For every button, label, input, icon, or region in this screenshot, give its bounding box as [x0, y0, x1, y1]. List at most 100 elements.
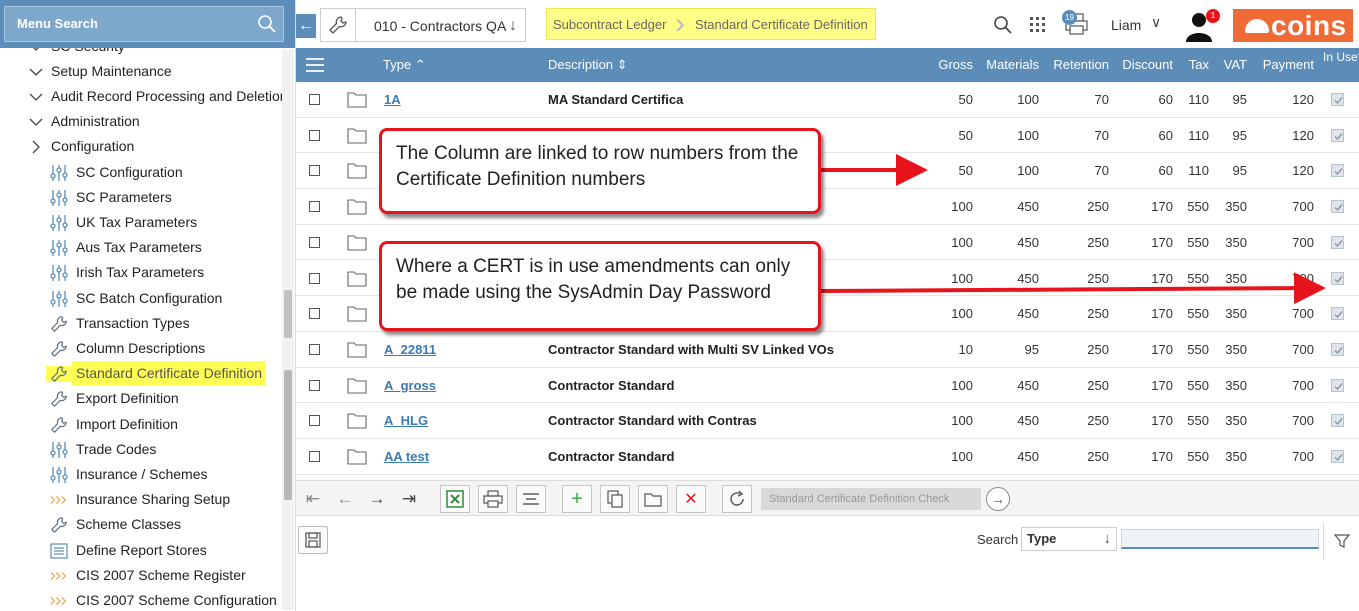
materials-cell: 450: [1017, 234, 1039, 250]
folder-icon[interactable]: [347, 198, 367, 218]
column-header-materials[interactable]: Materials: [982, 48, 1039, 82]
sidebar-item-sc-configuration[interactable]: SC Configuration: [0, 160, 290, 185]
folder-icon[interactable]: [347, 162, 367, 182]
folder-icon[interactable]: [347, 234, 367, 254]
back-arrow-icon[interactable]: ←: [296, 14, 316, 38]
wrench-tab-icon[interactable]: [320, 8, 356, 42]
column-header-in-use[interactable]: In Use?: [1323, 51, 1359, 85]
first-record-icon[interactable]: ⇤: [298, 485, 328, 513]
folder-icon[interactable]: [347, 341, 367, 361]
search-by-select[interactable]: Type ↓: [1021, 527, 1117, 551]
sliders-icon: [50, 240, 68, 257]
folder-icon[interactable]: [347, 270, 367, 290]
folder-icon[interactable]: [347, 91, 367, 111]
sidebar-item-sc-parameters[interactable]: SC Parameters: [0, 185, 290, 210]
type-link[interactable]: 1A: [384, 92, 401, 107]
table-row[interactable]: A_gross Contractor Standard 100 450 250 170 55…: [296, 368, 1359, 404]
table-row[interactable]: AA test Contractor Standard 100 450 250 170 55…: [296, 439, 1359, 475]
column-header-vat[interactable]: VAT: [1216, 48, 1247, 82]
row-select-checkbox[interactable]: [309, 451, 320, 462]
column-header-discount[interactable]: Discount: [1116, 48, 1173, 82]
in-use-checkbox: [1331, 93, 1344, 106]
folder-icon[interactable]: [638, 485, 668, 513]
breadcrumb-standard-certificate-definition[interactable]: Standard Certificate Definition: [695, 9, 868, 41]
row-select-checkbox[interactable]: [309, 129, 320, 141]
column-header-payment[interactable]: Payment: [1256, 48, 1314, 82]
type-link[interactable]: A_HLG: [384, 413, 428, 428]
print-icon[interactable]: [478, 485, 508, 513]
sidebar-item-irish-tax-parameters[interactable]: Irish Tax Parameters: [0, 260, 290, 285]
row-select-checkbox[interactable]: [309, 94, 320, 105]
sidebar-item-cis-2007-scheme-configuration[interactable]: CIS 2007 Scheme Configuration: [0, 588, 290, 611]
sidebar-item-standard-certificate-definition[interactable]: Standard Certificate Definition: [0, 361, 290, 387]
sidebar-item-define-report-stores[interactable]: Define Report Stores: [0, 538, 290, 563]
folder-icon[interactable]: [347, 305, 367, 325]
next-record-icon[interactable]: →: [362, 485, 392, 513]
column-header-gross[interactable]: Gross: [927, 48, 973, 82]
row-select-checkbox[interactable]: [309, 165, 320, 177]
delete-icon[interactable]: ✕: [676, 485, 706, 513]
sidebar-item-scheme-classes[interactable]: Scheme Classes: [0, 512, 290, 537]
refresh-icon[interactable]: [722, 485, 752, 513]
row-select-checkbox[interactable]: [309, 201, 320, 213]
table-row[interactable]: A_HLG Contractor Standard with Contras 100…: [296, 403, 1359, 439]
sidebar-item-cis-2007-scheme-register[interactable]: CIS 2007 Scheme Register: [0, 563, 290, 588]
sidebar-item-administration[interactable]: Administration: [0, 109, 290, 134]
copy-icon[interactable]: [600, 485, 630, 513]
sidebar-item-trade-codes[interactable]: Trade Codes: [0, 437, 290, 462]
row-select-checkbox[interactable]: [309, 308, 320, 320]
sidebar-item-insurance-sharing-setup[interactable]: Insurance Sharing Setup: [0, 487, 290, 512]
chevron-down-icon[interactable]: ∨: [1151, 14, 1161, 31]
columns-settings-icon[interactable]: [516, 485, 546, 513]
folder-icon[interactable]: [347, 412, 367, 432]
type-link[interactable]: A_22811: [384, 342, 436, 357]
sidebar-item-insurance-schemes[interactable]: Insurance / Schemes: [0, 462, 290, 487]
sidebar-item-transaction-types[interactable]: Transaction Types: [0, 311, 290, 336]
sidebar-item-import-definition[interactable]: Import Definition: [0, 412, 290, 437]
filter-icon[interactable]: [1323, 522, 1359, 560]
row-select-checkbox[interactable]: [309, 343, 320, 355]
folder-icon[interactable]: [347, 127, 367, 147]
row-select-checkbox[interactable]: [309, 415, 320, 427]
table-row[interactable]: 1A MA Standard Certifica 50 100 70 60 110 95 120: [296, 82, 1359, 118]
excel-export-icon[interactable]: [440, 485, 470, 513]
search-icon[interactable]: [993, 15, 1013, 38]
sidebar-item-configuration[interactable]: Configuration: [0, 134, 290, 159]
column-header-type[interactable]: Type ⌃: [383, 48, 426, 82]
type-link[interactable]: AA test: [384, 449, 429, 464]
add-icon[interactable]: +: [562, 485, 592, 513]
certificate-check-field[interactable]: Standard Certificate Definition Check: [761, 488, 981, 510]
row-select-checkbox[interactable]: [309, 379, 320, 391]
sidebar-scrollbar-thumb[interactable]: [284, 290, 292, 338]
last-record-icon[interactable]: ⇥: [394, 485, 424, 513]
sidebar-item-aus-tax-parameters[interactable]: Aus Tax Parameters: [0, 235, 290, 260]
menu-icon[interactable]: [306, 58, 324, 72]
discount-cell: 170: [1151, 199, 1173, 215]
sidebar-scrollbar-thumb-lower[interactable]: [284, 370, 292, 500]
sidebar-item-export-definition[interactable]: Export Definition: [0, 386, 290, 411]
save-icon[interactable]: [298, 526, 328, 554]
row-select-checkbox[interactable]: [309, 236, 320, 248]
table-row[interactable]: A_22811 Contractor Standard with Multi SV…: [296, 332, 1359, 368]
row-select-checkbox[interactable]: [309, 272, 320, 284]
folder-icon[interactable]: [347, 377, 367, 397]
apps-grid-icon[interactable]: [1030, 17, 1046, 36]
column-header-description[interactable]: Description ⇕: [548, 48, 628, 82]
column-header-tax[interactable]: Tax: [1180, 48, 1209, 82]
go-arrow-icon[interactable]: →: [986, 487, 1010, 511]
search-input[interactable]: [1121, 529, 1319, 549]
type-link[interactable]: A_gross: [384, 378, 436, 393]
user-name[interactable]: Liam: [1111, 17, 1141, 33]
sidebar-item-column-descriptions[interactable]: Column Descriptions: [0, 336, 290, 361]
breadcrumb-subcontract-ledger[interactable]: Subcontract Ledger: [553, 9, 666, 41]
search-icon[interactable]: [257, 13, 277, 47]
sidebar-item-uk-tax-parameters[interactable]: UK Tax Parameters: [0, 210, 290, 235]
sidebar-item-audit-record-processing-and-deletion[interactable]: Audit Record Processing and Deletion: [0, 84, 290, 109]
previous-record-icon[interactable]: ←: [330, 485, 360, 513]
column-header-retention[interactable]: Retention: [1048, 48, 1109, 82]
folder-icon[interactable]: [347, 448, 367, 468]
sidebar-item-sc-batch-configuration[interactable]: SC Batch Configuration: [0, 286, 290, 311]
company-selector[interactable]: 010 - Contractors QA ↓: [356, 8, 526, 42]
menu-search-input[interactable]: Menu Search: [4, 6, 284, 42]
sidebar-item-setup-maintenance[interactable]: Setup Maintenance: [0, 59, 290, 84]
